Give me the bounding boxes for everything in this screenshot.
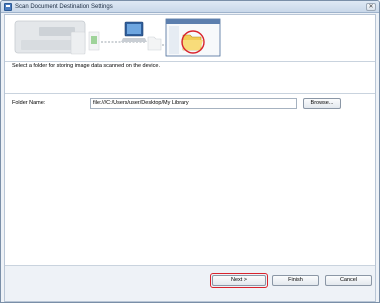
workflow-illustration	[14, 18, 221, 57]
button-bar	[5, 265, 375, 301]
workflow-banner	[5, 15, 375, 59]
cancel-button[interactable]: Cancel	[325, 275, 372, 286]
finish-button[interactable]: Finish	[272, 275, 319, 286]
divider	[5, 93, 375, 94]
folder-name-input[interactable]: file:///C:/Users/user/Desktop/My Library	[90, 98, 297, 109]
scanner-icon	[14, 20, 100, 55]
next-button[interactable]: Next >	[212, 275, 266, 286]
dialog-content: Select a folder for storing image data s…	[4, 14, 376, 302]
title-bar: Scan Document Destination Settings ✕	[1, 1, 379, 13]
computer-icon	[121, 21, 147, 42]
folder-icon	[182, 34, 203, 51]
dialog-window: Scan Document Destination Settings ✕ Sel…	[0, 0, 380, 303]
instruction-text: Select a folder for storing image data s…	[12, 63, 160, 69]
browse-button[interactable]: Browse...	[303, 98, 341, 109]
folder-icon	[147, 36, 162, 51]
divider	[5, 61, 375, 62]
folder-name-label: Folder Name:	[12, 100, 46, 106]
scanner-app-icon	[4, 3, 12, 11]
window-title: Scan Document Destination Settings	[15, 4, 113, 10]
close-button[interactable]: ✕	[366, 3, 376, 11]
